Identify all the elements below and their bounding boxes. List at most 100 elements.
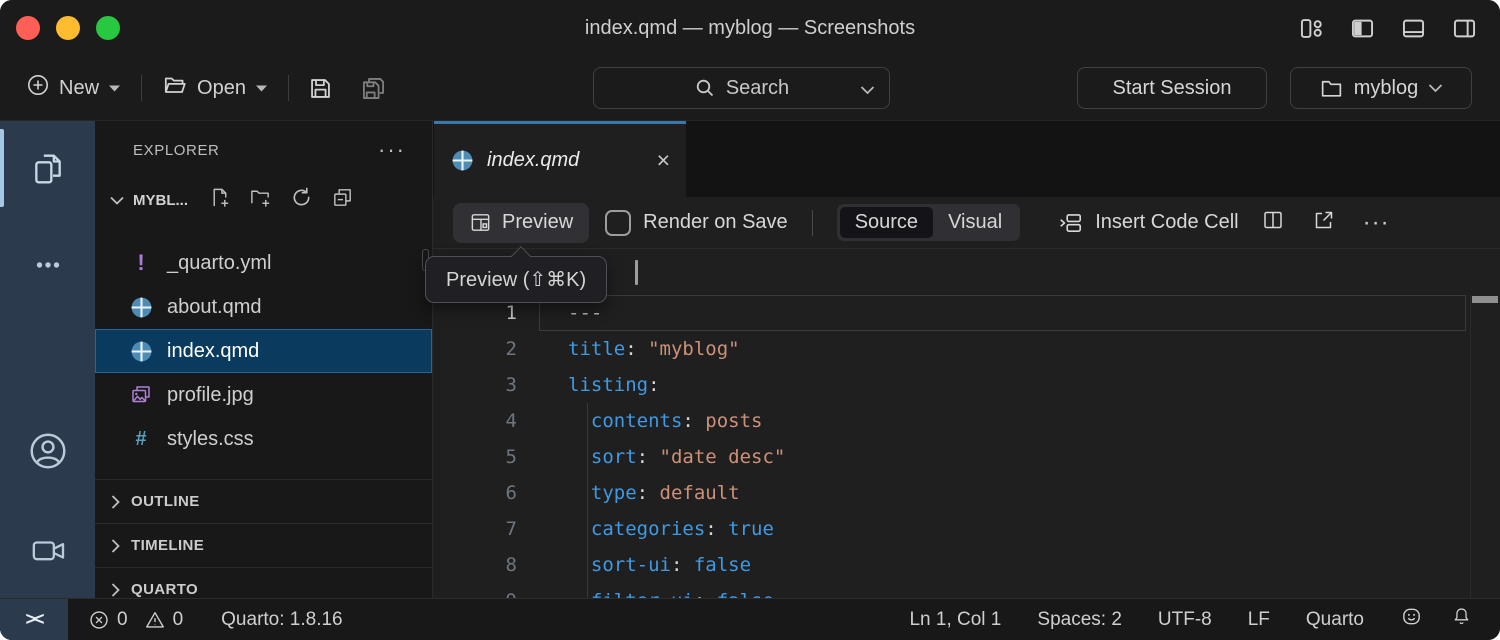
insert-code-cell-button[interactable]: Insert Code Cell: [1058, 210, 1238, 236]
editor-scrollbar-thumb[interactable]: [1472, 296, 1498, 303]
code-line-9[interactable]: 9 filter-ui: false: [433, 583, 1500, 598]
eol-status[interactable]: LF: [1248, 609, 1270, 631]
file-item-profile.jpg[interactable]: profile.jpg: [95, 373, 432, 417]
line-number: 1: [433, 302, 517, 324]
toggle-bottom-panel-icon[interactable]: [1400, 15, 1427, 42]
toggle-right-panel-icon[interactable]: [1451, 15, 1478, 42]
activity-explorer-button[interactable]: [0, 121, 95, 217]
activity-more-button[interactable]: [0, 217, 95, 313]
yaml-icon: !: [137, 250, 144, 276]
chevron-down-icon: [860, 85, 875, 95]
breadcrumb-caret: [635, 260, 638, 285]
code-line-2[interactable]: 2title: "myblog": [433, 331, 1500, 367]
plus-circle-icon: [26, 73, 50, 103]
save-all-button[interactable]: [354, 69, 393, 108]
code-text: sort: "date desc": [517, 446, 785, 468]
close-tab-icon[interactable]: ×: [657, 149, 670, 172]
search-icon: [694, 77, 716, 99]
preview-report-icon: [469, 211, 492, 234]
preview-button[interactable]: Preview: [453, 203, 589, 243]
visual-mode-button[interactable]: Visual: [933, 207, 1017, 238]
warning-count: 0: [173, 609, 184, 631]
new-file-icon[interactable]: [208, 186, 231, 214]
code-line-6[interactable]: 6 type: default: [433, 475, 1500, 511]
activity-account-button[interactable]: [0, 403, 95, 499]
split-editor-icon[interactable]: [1261, 208, 1285, 238]
more-actions-icon[interactable]: ···: [1363, 209, 1390, 237]
source-mode-button[interactable]: Source: [840, 207, 933, 238]
quarto-globe-icon: [129, 295, 154, 320]
open-external-icon[interactable]: [1312, 208, 1336, 238]
render-on-save-checkbox[interactable]: [605, 210, 631, 236]
file-item-about.qmd[interactable]: about.qmd: [95, 285, 432, 329]
code-text: filter-ui: false: [517, 590, 774, 598]
feedback-smiley-icon[interactable]: [1400, 605, 1423, 634]
customize-layout-icon[interactable]: [1298, 15, 1325, 42]
chevron-down-icon: [109, 195, 125, 206]
tooltip-text: Preview (⇧⌘K): [446, 267, 586, 292]
activity-screencast-button[interactable]: [0, 502, 95, 598]
save-all-icon: [360, 75, 387, 102]
line-number: 8: [433, 554, 517, 576]
error-icon: [88, 609, 110, 631]
preview-tooltip: Preview (⇧⌘K): [425, 256, 607, 303]
code-text: categories: true: [517, 518, 774, 540]
css-hash-icon: #: [135, 428, 146, 451]
tab-index-qmd[interactable]: index.qmd ×: [434, 121, 686, 197]
camera-icon: [28, 530, 68, 570]
chevron-right-icon: [110, 494, 121, 510]
code-line-3[interactable]: 3listing:: [433, 367, 1500, 403]
code-text: contents: posts: [517, 410, 763, 432]
save-button[interactable]: [301, 69, 340, 108]
quarto-version-status[interactable]: Quarto: 1.8.16: [221, 609, 342, 631]
toolbar-separator: [288, 75, 289, 101]
code-editor[interactable]: 1--- 2title: "myblog"3listing:4 contents:…: [433, 295, 1500, 598]
sidebar-section-label: OUTLINE: [131, 493, 200, 510]
sidebar-section-label: TIMELINE: [131, 537, 204, 554]
save-icon: [307, 75, 334, 102]
insert-code-cell-label: Insert Code Cell: [1095, 211, 1238, 234]
activity-bar: [0, 121, 95, 598]
code-line-8[interactable]: 8 sort-ui: false: [433, 547, 1500, 583]
workspace-tree-header[interactable]: MYBL...: [95, 173, 432, 227]
code-line-4[interactable]: 4 contents: posts: [433, 403, 1500, 439]
workspace-switcher-button[interactable]: myblog: [1290, 67, 1472, 109]
code-line-5[interactable]: 5 sort: "date desc": [433, 439, 1500, 475]
chevron-down-icon: [108, 84, 121, 93]
preview-button-label: Preview: [502, 211, 573, 234]
file-item-index.qmd[interactable]: index.qmd: [95, 329, 432, 373]
editor-scrollbar[interactable]: [1470, 295, 1500, 598]
open-button[interactable]: Open: [154, 66, 276, 110]
sidebar-more-icon[interactable]: ···: [378, 145, 406, 155]
search-input[interactable]: Search: [593, 67, 890, 109]
code-line-7[interactable]: 7 categories: true: [433, 511, 1500, 547]
sidebar-section-outline[interactable]: OUTLINE: [95, 479, 432, 523]
titlebar: index.qmd — myblog — Screenshots: [0, 0, 1500, 56]
start-session-button[interactable]: Start Session: [1077, 67, 1267, 109]
line-number: 7: [433, 518, 517, 540]
line-number: 2: [433, 338, 517, 360]
new-button[interactable]: New: [18, 67, 129, 109]
language-mode-status[interactable]: Quarto: [1306, 609, 1364, 631]
remote-indicator[interactable]: ><: [0, 599, 68, 640]
active-view-indicator: [0, 129, 4, 207]
refresh-icon[interactable]: [290, 186, 313, 214]
problems-status[interactable]: 0 0: [88, 609, 183, 631]
sidebar-section-timeline[interactable]: TIMELINE: [95, 523, 432, 567]
toggle-left-panel-icon[interactable]: [1349, 15, 1376, 42]
encoding-status[interactable]: UTF-8: [1158, 609, 1212, 631]
chevron-down-icon: [255, 84, 268, 93]
collapse-all-icon[interactable]: [331, 186, 354, 214]
new-folder-icon[interactable]: [249, 186, 272, 214]
start-session-label: Start Session: [1113, 77, 1232, 100]
bell-icon[interactable]: [1451, 606, 1472, 633]
source-visual-toggle: Source Visual: [837, 204, 1021, 241]
file-item-_quarto.yml[interactable]: !_quarto.yml: [95, 241, 432, 285]
sidebar-section-quarto[interactable]: QUARTO: [95, 567, 432, 598]
code-text: ---: [517, 302, 602, 324]
editor-group: index.qmd × Preview Render on Save Sourc…: [433, 121, 1500, 598]
file-item-styles.css[interactable]: #styles.css: [95, 417, 432, 461]
cursor-position-status[interactable]: Ln 1, Col 1: [909, 609, 1001, 631]
indentation-status[interactable]: Spaces: 2: [1037, 609, 1122, 631]
status-bar: >< 0 0 Quarto: 1.8.16 Ln 1, Col 1 Spaces…: [0, 598, 1500, 640]
